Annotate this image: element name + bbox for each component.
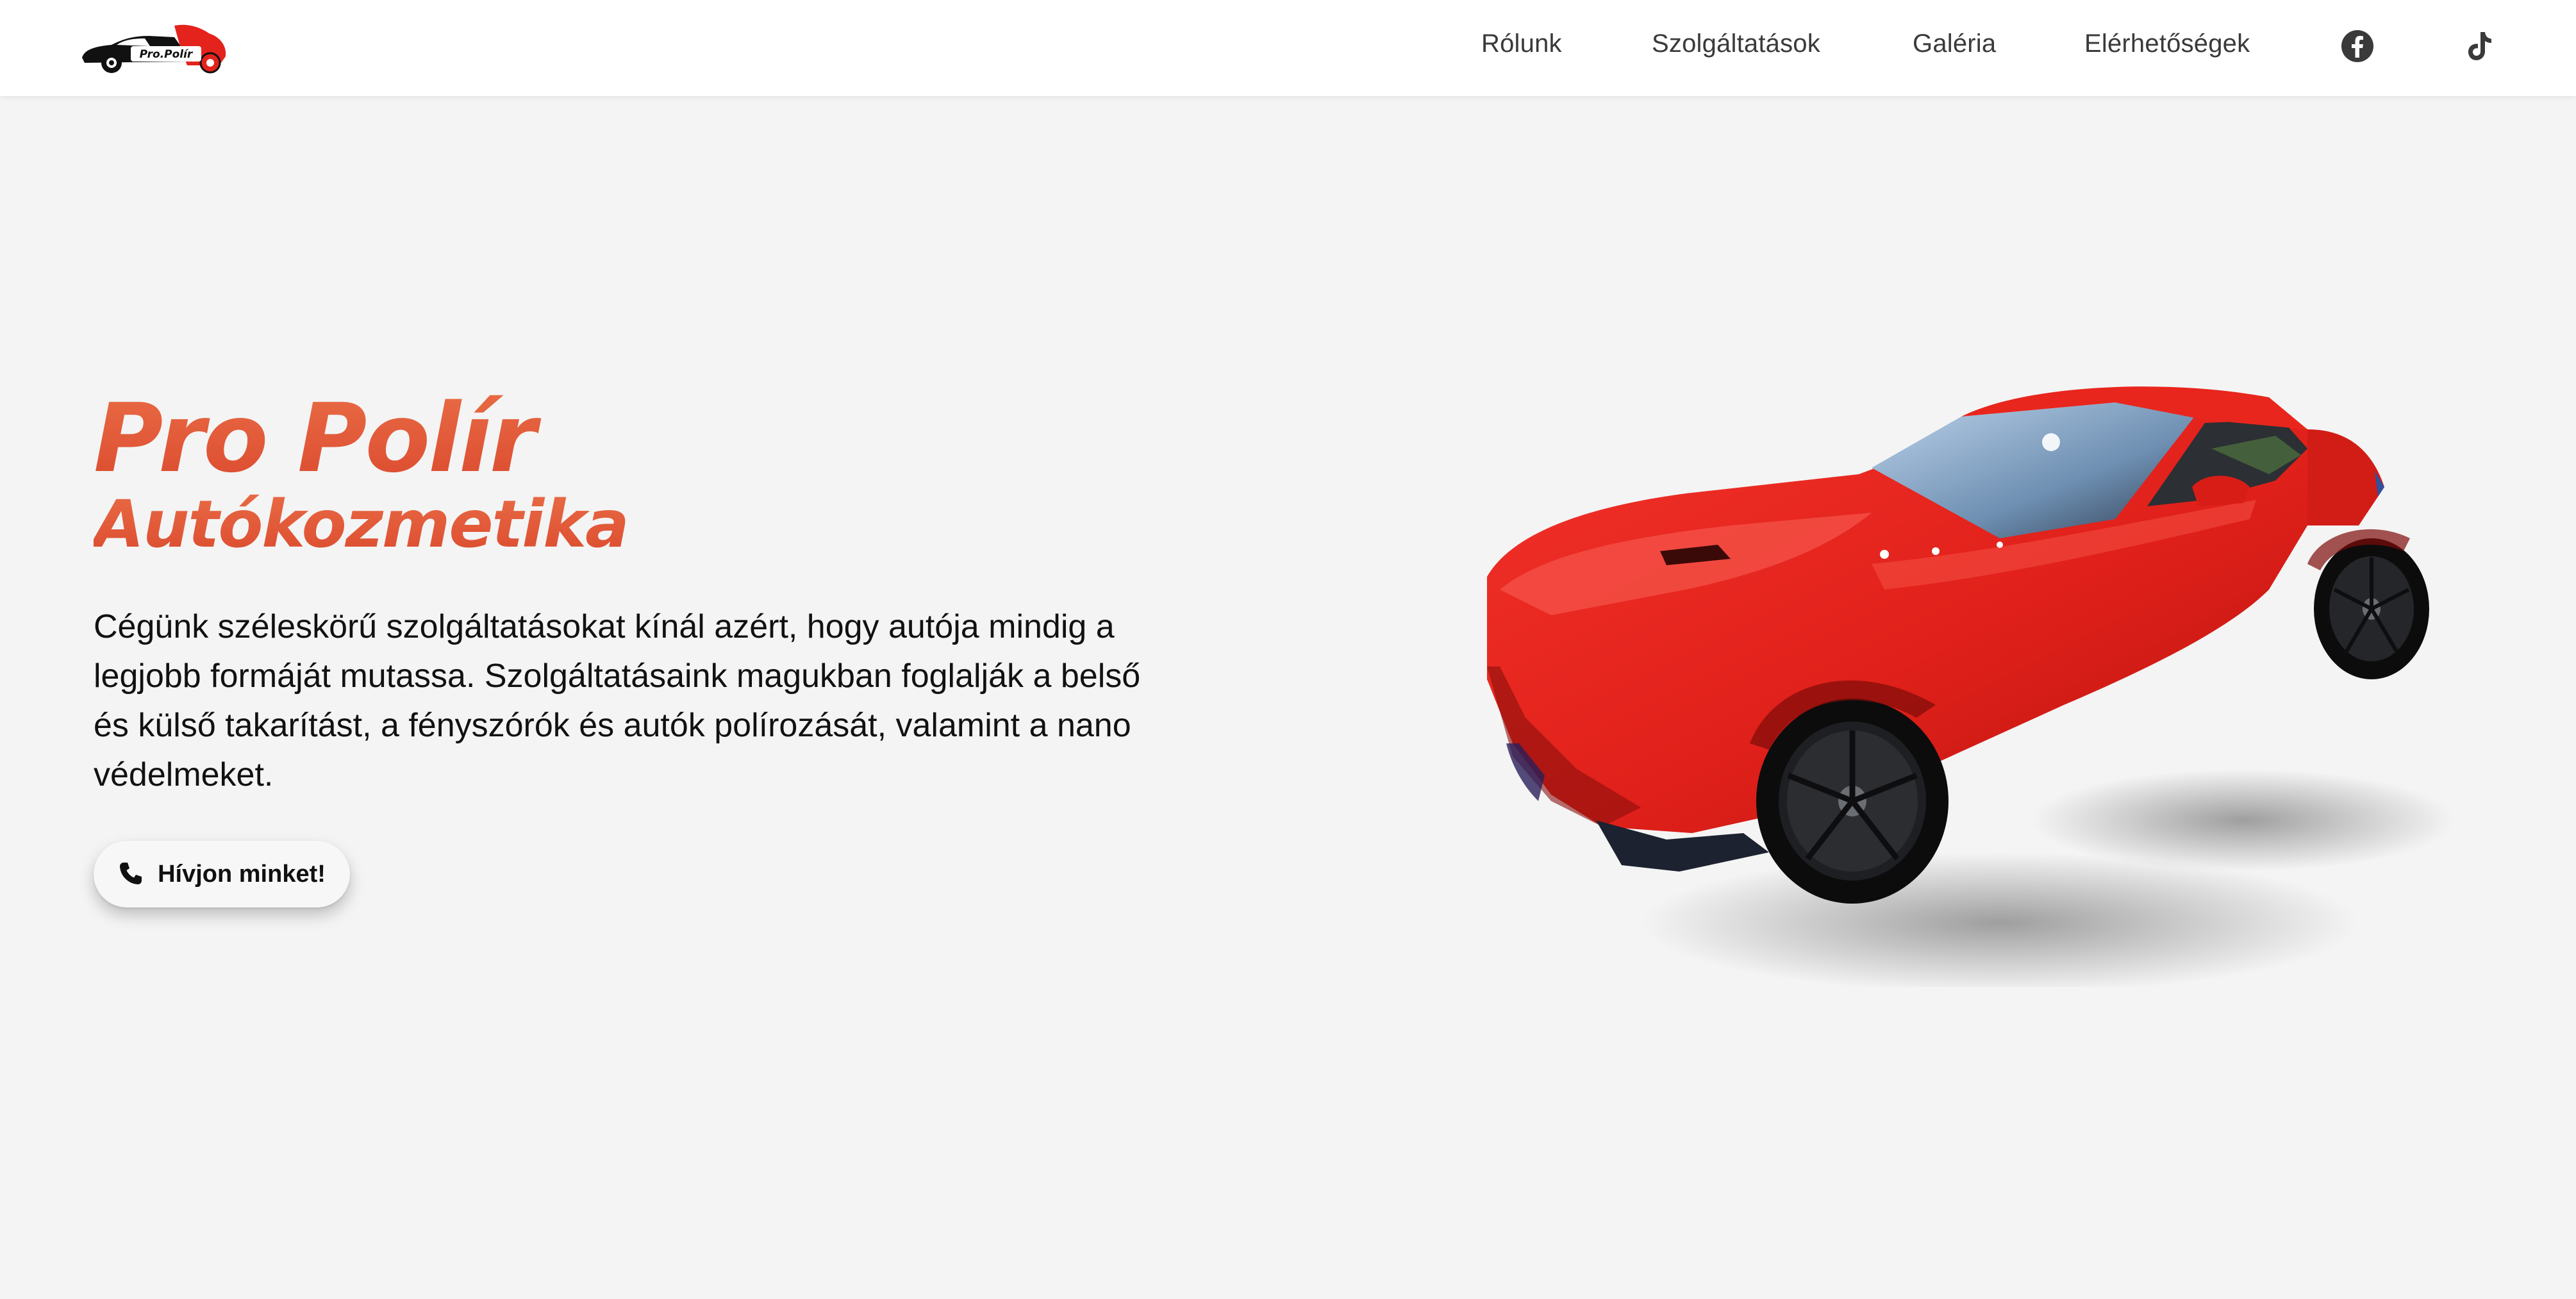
hero-subtitle: Autókozmetika: [94, 486, 629, 563]
call-us-button[interactable]: Hívjon minket!: [94, 841, 350, 907]
red-car-image: [1474, 359, 2500, 993]
nav-szolgaltatasok[interactable]: Szolgáltatások: [1652, 29, 1820, 58]
facebook-icon[interactable]: [2339, 28, 2375, 64]
phone-icon: [118, 861, 144, 888]
nav-rolunk[interactable]: Rólunk: [1481, 29, 1562, 58]
hero-description: Cégünk széleskörű szolgáltatásokat kínál…: [94, 608, 1141, 793]
tiktok-icon[interactable]: [2461, 28, 2497, 64]
brand-logo[interactable]: Pro.Polír: [78, 21, 229, 74]
nav-elerhetosegek[interactable]: Elérhetőségek: [2084, 29, 2250, 58]
hero-title: Pro Polír: [94, 391, 628, 486]
hero-heading: Pro Polír Autókozmetika: [94, 391, 629, 563]
nav-galeria[interactable]: Galéria: [1913, 29, 1996, 58]
site-header: Pro.Polír Rólunk Szolgáltatások Galéria …: [0, 0, 2576, 96]
call-us-label: Hívjon minket!: [158, 860, 326, 888]
logo-text: Pro.Polír: [140, 48, 194, 61]
